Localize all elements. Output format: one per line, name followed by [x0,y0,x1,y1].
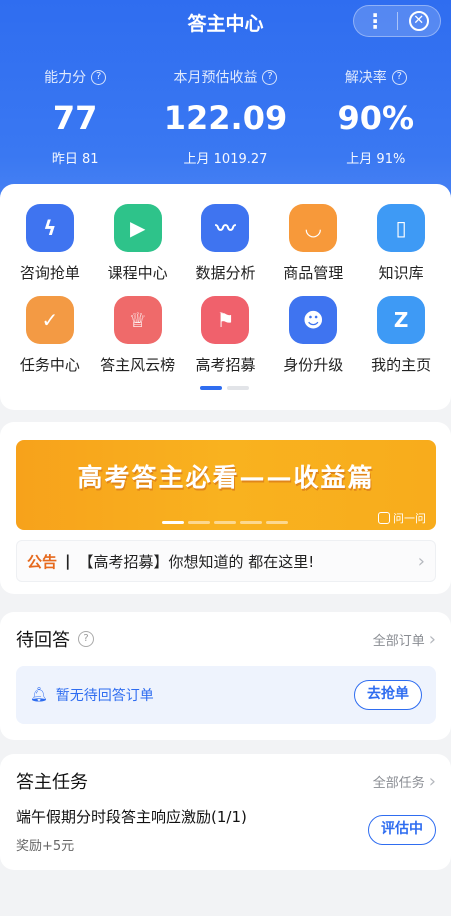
all-orders-label: 全部订单 [372,633,425,649]
grid-row-2: ✓ 任务中心 ♕ 答主风云榜 ⚑ 高考招募 ☻ 身份升级 Z 我的主页 [0,296,451,375]
grid-item-label: 任务中心 [19,356,80,374]
stat-sub: 上月 91% [346,152,406,167]
grid-item-label: 数据分析 [195,264,256,282]
banner-dot [266,521,288,524]
stat-label: 能力分 [44,70,87,86]
task-item[interactable]: 端午假期分时段答主响应激励(1/1) 奖励+5元 评估中 [16,806,436,854]
grid-page-indicator [200,386,249,390]
page-title: 答主中心 [187,12,264,35]
task-name: 端午假期分时段答主响应激励(1/1) [16,808,247,826]
stat-value: 77 [52,99,98,137]
page-dot-active [200,386,222,390]
home-z-icon: Z [377,296,426,344]
task-reward: 奖励+5元 [16,839,75,854]
banner-dot [214,521,236,524]
grid-item-label: 课程中心 [107,264,168,282]
stat-label: 解决率 [344,70,387,86]
chevron-right-icon: › [428,770,436,792]
banner-card: 高考答主必看——收益篇 问一问 公告 | 【高考招募】你想知道的 都在这里! › [0,422,451,594]
chevron-right-icon: › [417,550,425,572]
banner-dot [240,521,262,524]
grid-item-label: 答主风云榜 [100,356,176,374]
stat-label: 本月预估收益 [173,70,258,86]
tasks-title: 答主任务 [16,772,88,793]
grid-item-ranking[interactable]: ♕ 答主风云榜 [96,296,180,375]
grid-item-recruit[interactable]: ⚑ 高考招募 [183,296,267,375]
help-icon[interactable]: ? [391,69,407,85]
grid-item-course[interactable]: ▶ 课程中心 [96,204,180,283]
banner-indicator [162,521,288,524]
close-button[interactable]: ✕ [397,11,440,31]
pending-title: 待回答 [16,630,70,651]
brand-icon [378,512,390,524]
notice-tag: 公告 [27,552,58,571]
stat-value: 90% [337,99,415,137]
task-check-icon: ✓ [25,296,74,344]
banner-dot-active [162,521,184,524]
stat-monthly-income[interactable]: 本月预估收益? 122.09 上月 1019.27 [150,66,300,176]
pending-answers-card: 待回答 ? 全部订单 › 🔔︎ 暂无待回答订单 去抢单 [0,612,451,740]
page-dot [227,386,249,390]
task-info: 端午假期分时段答主响应激励(1/1) 奖励+5元 [16,806,368,854]
notice-bar[interactable]: 公告 | 【高考招募】你想知道的 都在这里! › [16,540,436,582]
grid-item-label: 咨询抢单 [19,264,80,282]
grid-item-knowledge[interactable]: ▯ 知识库 [359,204,443,283]
grid-item-label: 知识库 [378,264,424,282]
book-icon: ▯ [377,204,426,252]
help-icon[interactable]: ? [91,69,107,85]
bell-icon: 🔔︎ [30,687,48,703]
more-vertical-icon[interactable]: ⋮ [354,6,397,36]
stat-resolution-rate[interactable]: 解决率? 90% 上月 91% [301,66,451,176]
trophy-icon: ♕ [113,296,162,344]
all-tasks-label: 全部任务 [372,775,425,791]
grid-row-1: ϟ 咨询抢单 ▶ 课程中心 〰 数据分析 ◡ 商品管理 ▯ 知识库 [0,204,451,283]
grab-order-button[interactable]: 去抢单 [354,680,422,710]
chart-icon: 〰 [201,204,250,252]
flag-icon: ⚑ [201,296,250,344]
stat-sub: 昨日 81 [51,152,99,167]
mini-program-capsule: ⋮ ✕ [353,5,441,37]
notice-separator: | [65,552,71,570]
play-icon: ▶ [113,204,162,252]
task-status-button[interactable]: 评估中 [368,815,436,845]
grid-item-label: 身份升级 [283,356,344,374]
grid-item-data-analysis[interactable]: 〰 数据分析 [183,204,267,283]
promo-banner[interactable]: 高考答主必看——收益篇 问一问 [16,440,436,530]
grid-item-products[interactable]: ◡ 商品管理 [271,204,355,283]
shop-icon: ◡ [289,204,338,252]
grid-item-label: 商品管理 [283,264,344,282]
banner-dot [188,521,210,524]
grid-item-homepage[interactable]: Z 我的主页 [359,296,443,375]
grid-item-tasks[interactable]: ✓ 任务中心 [8,296,92,375]
grid-item-consult[interactable]: ϟ 咨询抢单 [8,204,92,283]
grid-item-label: 我的主页 [371,356,432,374]
top-bar: 答主中心 ⋮ ✕ [0,0,451,44]
all-orders-link[interactable]: 全部订单 › [373,629,436,650]
help-icon[interactable]: ? [78,631,94,647]
banner-tag-text: 问一问 [393,512,426,525]
stat-sub: 上月 1019.27 [183,152,268,167]
stat-value: 122.09 [163,99,288,137]
close-circle-icon: ✕ [408,11,429,31]
pending-header: 待回答 ? 全部订单 › [16,626,436,652]
pending-empty-state: 🔔︎ 暂无待回答订单 去抢单 [16,666,436,724]
chevron-right-icon: › [428,628,436,650]
stats-panel: 能力分? 77 昨日 81 本月预估收益? 122.09 上月 1019.27 … [0,66,451,176]
banner-text: 高考答主必看——收益篇 [77,463,375,492]
notice-text: 【高考招募】你想知道的 都在这里! [78,552,315,571]
all-tasks-link[interactable]: 全部任务 › [373,771,436,792]
banner-brand-tag: 问一问 [378,510,426,526]
feature-grid-card: ϟ 咨询抢单 ▶ 课程中心 〰 数据分析 ◡ 商品管理 ▯ 知识库 ✓ 任务中心… [0,184,451,410]
help-icon[interactable]: ? [262,69,278,85]
tasks-header: 答主任务 全部任务 › [16,768,436,794]
tasks-card: 答主任务 全部任务 › 端午假期分时段答主响应激励(1/1) 奖励+5元 评估中 [0,754,451,870]
lightning-icon: ϟ [25,204,74,252]
stat-ability-score[interactable]: 能力分? 77 昨日 81 [0,66,150,176]
empty-text: 暂无待回答订单 [55,688,154,704]
user-icon: ☻ [289,296,338,344]
grid-item-upgrade[interactable]: ☻ 身份升级 [271,296,355,375]
grid-item-label: 高考招募 [195,356,256,374]
